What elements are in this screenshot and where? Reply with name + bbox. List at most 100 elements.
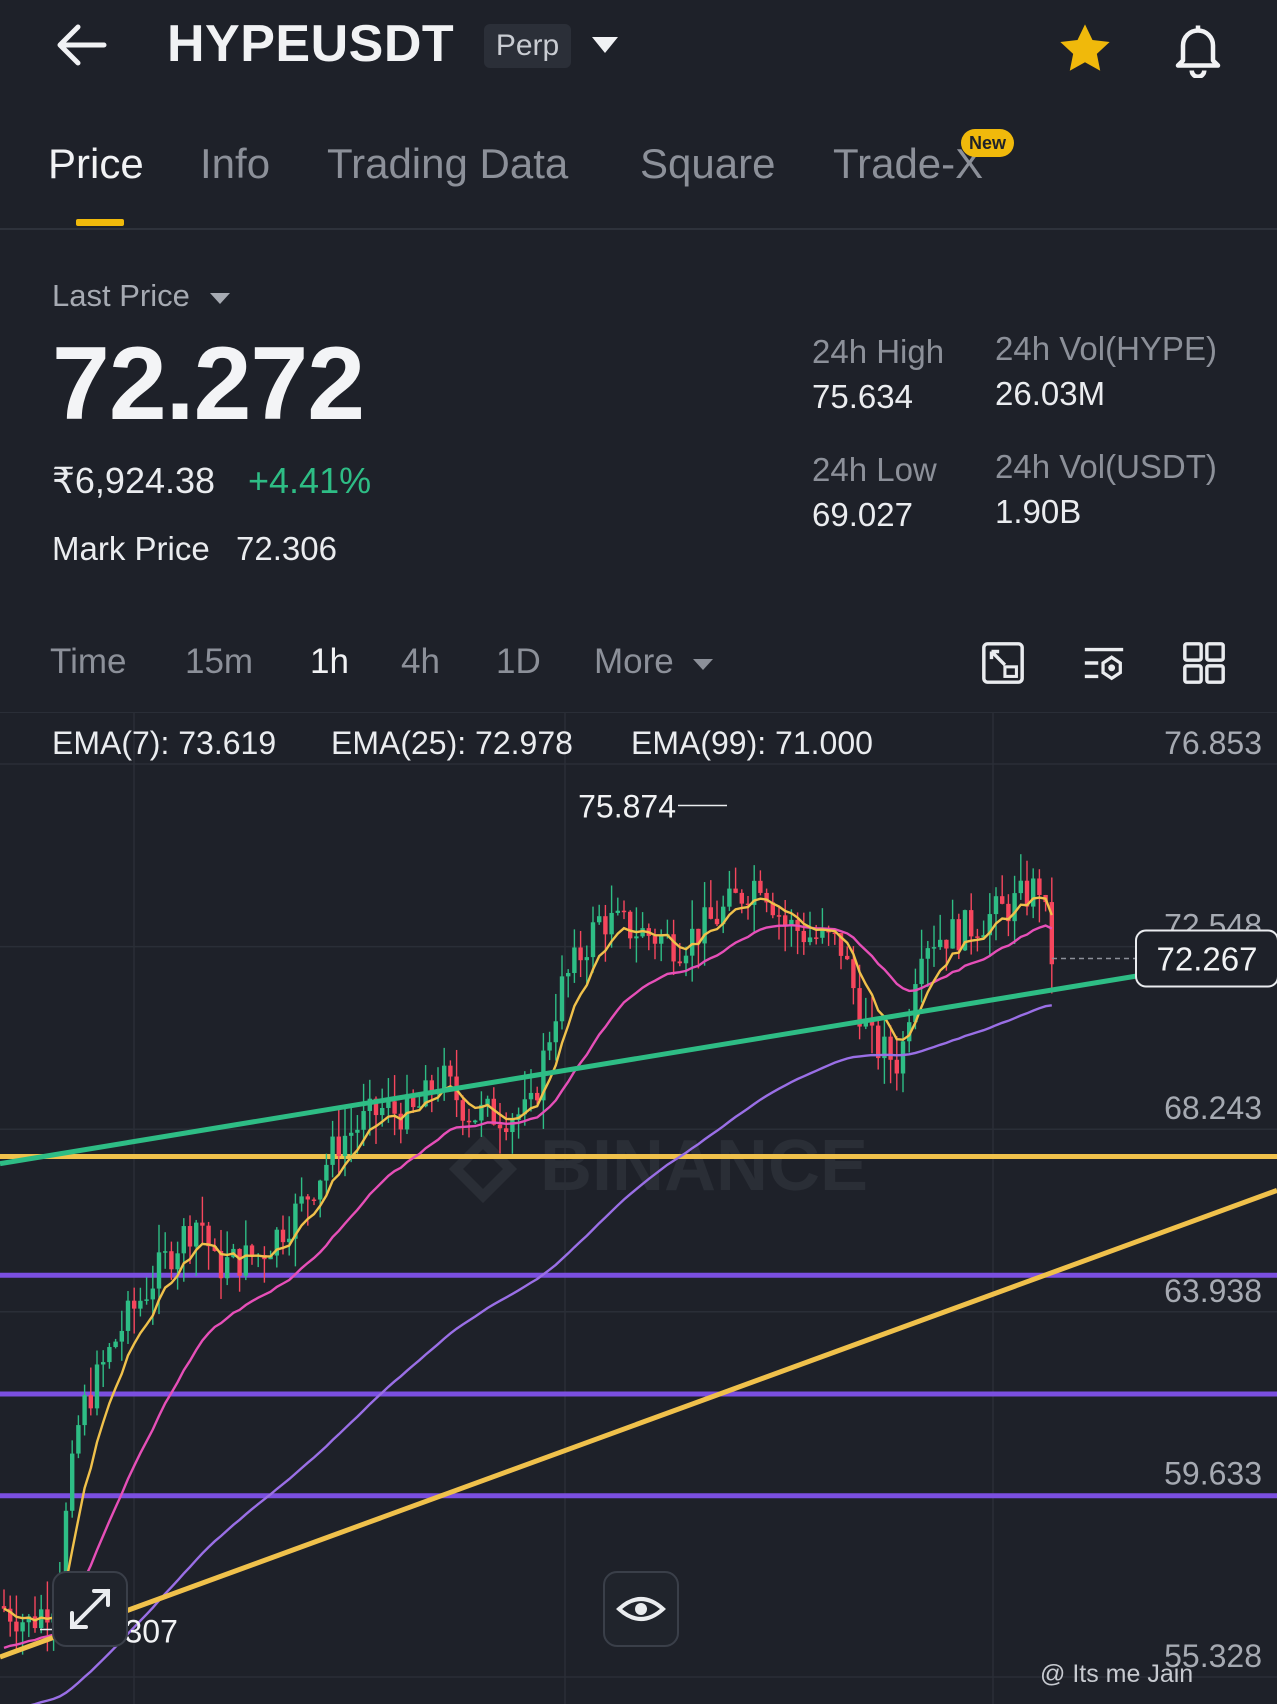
candle-body <box>845 955 850 960</box>
interval-time[interactable]: Time <box>50 642 126 682</box>
toggle-visibility-button[interactable] <box>603 1571 679 1647</box>
high-marker-label: 75.874 <box>578 789 676 825</box>
candle-body <box>243 1245 248 1276</box>
ema25-label: EMA(25): 72.978 <box>331 725 573 761</box>
y-axis-label: 68.243 <box>1164 1090 1262 1126</box>
candle-body <box>299 1196 304 1204</box>
candle-body <box>876 1025 881 1059</box>
contract-type-badge: Perp <box>484 24 571 68</box>
candle-body <box>621 910 627 913</box>
y-axis-label: 76.853 <box>1164 725 1262 761</box>
candle-body <box>442 1065 447 1090</box>
last-price-tag: 72.267 <box>1052 929 1277 988</box>
low-24h-value: 69.027 <box>812 496 913 533</box>
candle-body <box>460 1100 465 1121</box>
candle-body <box>950 919 955 949</box>
star-icon[interactable] <box>1055 20 1115 78</box>
candle-body <box>504 1128 509 1133</box>
candle-body <box>801 930 806 943</box>
y-axis-label: 59.633 <box>1164 1455 1262 1491</box>
last-price: 72.272 <box>52 326 365 442</box>
price-chart[interactable]: BINANCE 76.85372.54868.24363.93859.63355… <box>0 712 1277 1704</box>
candle-body <box>1037 878 1042 895</box>
interval-more[interactable]: More <box>594 642 715 682</box>
candle-body <box>342 1135 348 1157</box>
tab-info[interactable]: Info <box>200 140 270 188</box>
candle-body <box>733 888 738 893</box>
candles <box>1 854 1054 1655</box>
candle-body <box>181 1226 186 1254</box>
chevron-down-icon <box>693 658 714 670</box>
candle-body <box>156 1252 162 1289</box>
author-credit: @ Its me Jain <box>1040 1660 1194 1688</box>
candle-body <box>194 1222 199 1247</box>
candle-body <box>380 1107 385 1116</box>
candle-body <box>566 973 571 977</box>
interval-15m[interactable]: 15m <box>185 642 253 682</box>
tab-price[interactable]: Price <box>48 140 144 188</box>
symbol-dropdown-icon[interactable] <box>590 34 620 56</box>
candle-body <box>169 1251 174 1270</box>
last-price-tag-label: 72.267 <box>1157 941 1258 978</box>
candle-body <box>175 1253 180 1270</box>
candle-body <box>113 1341 118 1348</box>
candle-body <box>510 1119 515 1133</box>
candle-body <box>683 955 689 964</box>
candle-body <box>330 1136 335 1165</box>
interval-4h[interactable]: 4h <box>401 642 440 682</box>
candle-body <box>597 916 602 923</box>
back-arrow-icon[interactable] <box>52 20 112 70</box>
candle-body <box>578 947 583 961</box>
high-24h-value: 75.634 <box>812 378 913 415</box>
y-axis-label: 63.938 <box>1164 1273 1262 1309</box>
tab-square[interactable]: Square <box>640 140 775 188</box>
candle-body <box>101 1362 106 1365</box>
candle-body <box>938 939 943 948</box>
chevron-down-icon <box>210 292 231 304</box>
price-type-selector[interactable]: Last Price <box>52 278 232 314</box>
candle-body <box>919 958 924 985</box>
binance-logo-icon <box>448 1134 518 1204</box>
low-24h-label: 24h Low <box>812 451 937 488</box>
candle-body <box>497 1124 503 1129</box>
candle-body <box>553 1021 558 1043</box>
candle-body <box>659 935 664 944</box>
candle-body <box>138 1300 143 1309</box>
candle-body <box>82 1395 87 1426</box>
candle-body <box>94 1364 100 1409</box>
chart-screenshot-icon[interactable] <box>980 640 1026 686</box>
interval-1h[interactable]: 1h <box>310 642 349 682</box>
trendlines <box>0 950 1277 1660</box>
interval-1d[interactable]: 1D <box>496 642 541 682</box>
candle-body <box>547 1042 552 1051</box>
candle-body <box>144 1299 149 1301</box>
candle-body <box>851 959 856 989</box>
candle-body <box>305 1196 310 1200</box>
fullscreen-button[interactable] <box>52 1571 128 1647</box>
candle-body <box>739 892 744 904</box>
candle-body <box>349 1132 354 1136</box>
tab-trade-x[interactable]: Trade-X <box>833 140 983 188</box>
candle-body <box>925 948 930 959</box>
candle-body <box>125 1300 131 1331</box>
candle-body <box>107 1347 112 1363</box>
symbol-title[interactable]: HYPEUSDT <box>167 14 454 74</box>
candle-body <box>187 1226 193 1247</box>
mark-price-value: 72.306 <box>236 530 337 567</box>
candle-body <box>572 947 577 974</box>
candle-body <box>628 911 633 939</box>
candle-body <box>1000 896 1005 904</box>
tab-trading-data[interactable]: Trading Data <box>327 140 568 188</box>
candle-body <box>776 915 782 917</box>
vol-base-label: 24h Vol(HYPE) <box>995 330 1217 367</box>
layout-grid-icon[interactable] <box>1181 640 1227 686</box>
bell-icon[interactable] <box>1168 18 1228 78</box>
candle-body <box>361 1111 366 1130</box>
chart-grid <box>0 712 1277 1704</box>
candle-body <box>652 935 658 944</box>
fiat-price: ₹6,924.38 <box>52 460 216 501</box>
candle-body <box>975 936 980 938</box>
indicator-settings-icon[interactable] <box>1080 640 1128 686</box>
candle-body <box>14 1621 19 1632</box>
binance-watermark: BINANCE <box>540 1126 868 1206</box>
